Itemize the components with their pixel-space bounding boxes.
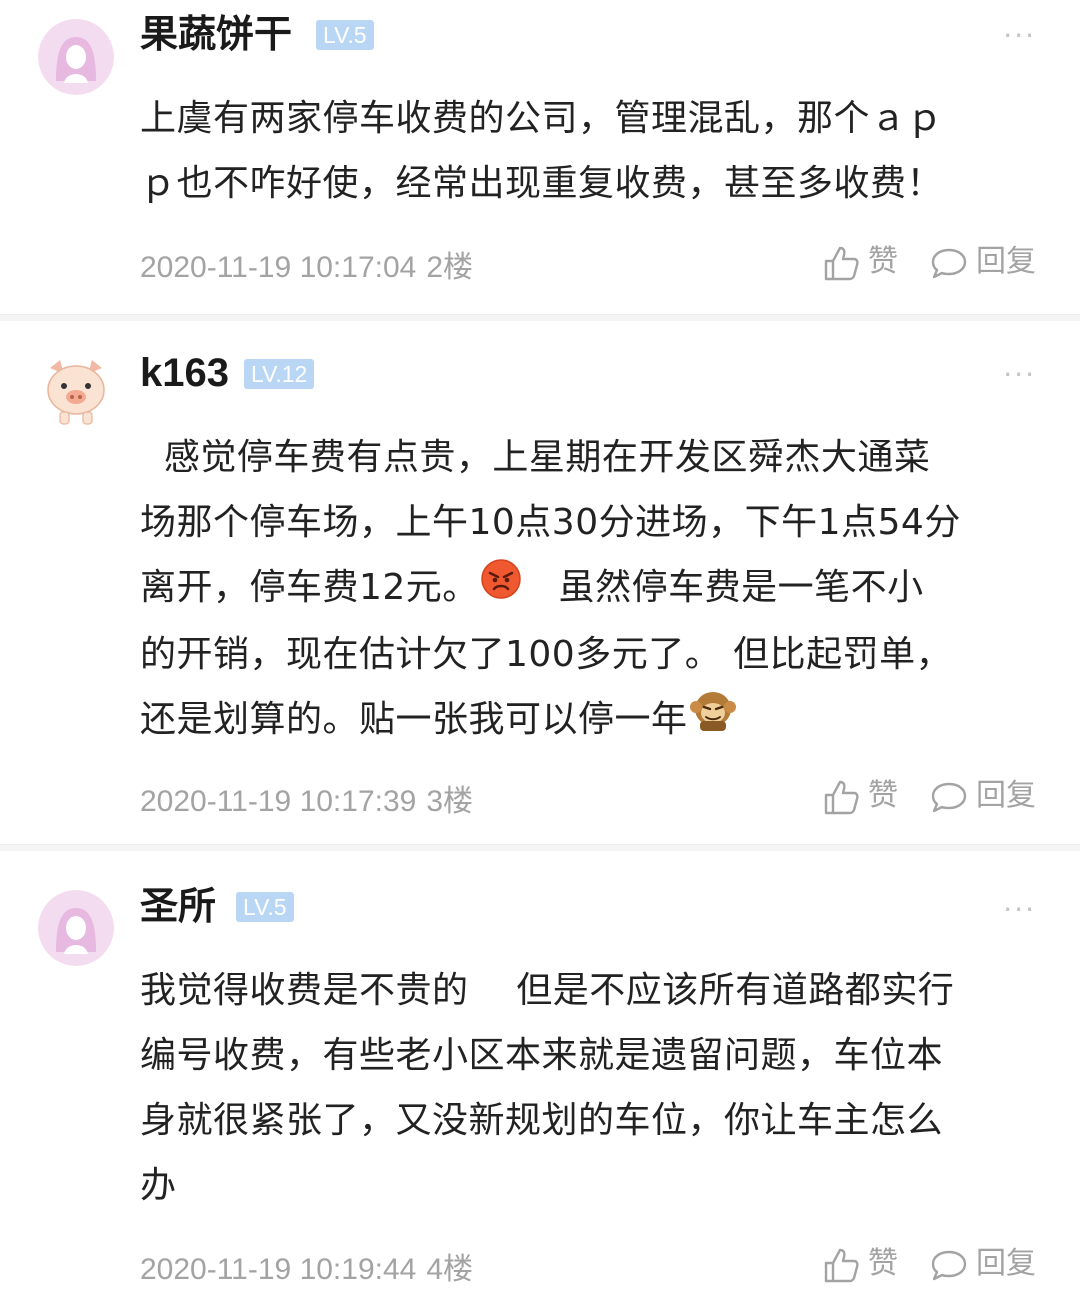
comment-text-line: 编号收费，有些老小区本来就是遗留问题，车位本: [140, 1035, 944, 1076]
comment-text-line: 的开销，现在估计欠了100多元了。 但比起罚单，: [140, 633, 953, 675]
like-label: 赞: [868, 778, 898, 813]
comment-item: 圣所 LV.5 ··· 我觉得收费是不贵的 但是不应该所有道路都实行 编号收费，…: [0, 850, 1080, 1307]
reply-button[interactable]: 回复: [930, 776, 1036, 816]
speech-bubble-icon: [931, 1250, 967, 1280]
comment-meta: 2020-11-19 10:17:04 2楼: [140, 242, 473, 286]
level-badge: LV.5: [236, 892, 294, 922]
more-options-icon[interactable]: ···: [1003, 361, 1036, 389]
comment-text-line: 感觉停车费有点贵，上星期在开发区舜杰大通菜: [140, 437, 931, 478]
thumb-up-icon: [824, 780, 859, 814]
comment-item: k163 LV.12 ··· 感觉停车费有点贵，上星期在开发区舜杰大通菜 场那个…: [0, 320, 1080, 844]
like-label: 赞: [868, 1246, 898, 1281]
like-button[interactable]: 赞: [822, 242, 898, 282]
comment-text: 我觉得收费是不贵的 但是不应该所有道路都实行 编号收费，有些老小区本来就是遗留问…: [140, 958, 1045, 1218]
more-options-icon[interactable]: ···: [1003, 22, 1036, 50]
comment-meta: 2020-11-19 10:19:44 4楼: [140, 1244, 473, 1288]
floor-number: 3楼: [426, 785, 474, 818]
comment-meta: 2020-11-19 10:17:39 3楼: [140, 776, 473, 820]
floor-number: 4楼: [426, 1253, 474, 1286]
like-button[interactable]: 赞: [822, 1244, 898, 1284]
comment-text-line: 身就很紧张了，又没新规划的车位，你让车主怎么: [140, 1100, 944, 1141]
like-label: 赞: [868, 244, 898, 279]
username[interactable]: k163: [140, 353, 229, 393]
thumb-up-icon: [824, 246, 859, 280]
speech-bubble-icon: [931, 248, 967, 278]
reply-button[interactable]: 回复: [930, 242, 1036, 282]
floor-number: 2楼: [426, 251, 474, 284]
more-options-icon[interactable]: ···: [1003, 896, 1036, 924]
reply-label: 回复: [976, 244, 1036, 279]
monkey-emoji: [688, 687, 738, 754]
comment-text-line: 我觉得收费是不贵的 但是不应该所有道路都实行: [140, 970, 955, 1011]
comment-text-line: 上虞有两家停车收费的公司，管理混乱，那个ａｐ: [140, 98, 944, 139]
female-avatar-icon[interactable]: [38, 890, 114, 966]
reply-label: 回复: [976, 1246, 1036, 1281]
reply-button[interactable]: 回复: [930, 1244, 1036, 1284]
level-badge: LV.5: [316, 20, 374, 50]
comment-list: 果蔬饼干 LV.5 ··· 上虞有两家停车收费的公司，管理混乱，那个ａｐ ｐ也不…: [0, 0, 1080, 1307]
timestamp: 2020-11-19 10:17:04: [140, 251, 417, 284]
comment-text-line: 场那个停车场，上午10点30分进场，下午1点54分: [140, 502, 961, 543]
thumb-up-icon: [824, 1248, 859, 1282]
comment-text-line: ｐ也不咋好使，经常出现重复收费，甚至多收费！: [140, 163, 944, 204]
reply-label: 回复: [976, 778, 1036, 813]
pig-avatar-icon[interactable]: [38, 354, 114, 430]
level-badge: LV.12: [244, 359, 315, 389]
speech-bubble-icon: [931, 782, 967, 812]
female-avatar-icon[interactable]: [38, 19, 114, 95]
comment-text-line-with-emoji: 还是划算的。贴一张我可以停一年: [140, 687, 1045, 755]
comment-text: 上虞有两家停车收费的公司，管理混乱，那个ａｐ ｐ也不咋好使，经常出现重复收费，甚…: [140, 86, 1045, 216]
comment-text-line: 办: [140, 1165, 177, 1206]
timestamp: 2020-11-19 10:17:39: [140, 785, 417, 818]
like-button[interactable]: 赞: [822, 776, 898, 816]
comment-text-line-with-emoji: 离开，停车费12元。 虽然停车费是一笔不小: [140, 555, 1045, 622]
username[interactable]: 圣所: [140, 886, 216, 926]
username[interactable]: 果蔬饼干: [140, 14, 292, 54]
comment-item: 果蔬饼干 LV.5 ··· 上虞有两家停车收费的公司，管理混乱，那个ａｐ ｐ也不…: [0, 0, 1080, 314]
timestamp: 2020-11-19 10:19:44: [140, 1253, 417, 1286]
angry-face-emoji: [479, 557, 523, 622]
comment-text: 感觉停车费有点贵，上星期在开发区舜杰大通菜 场那个停车场，上午10点30分进场，…: [140, 425, 1045, 754]
